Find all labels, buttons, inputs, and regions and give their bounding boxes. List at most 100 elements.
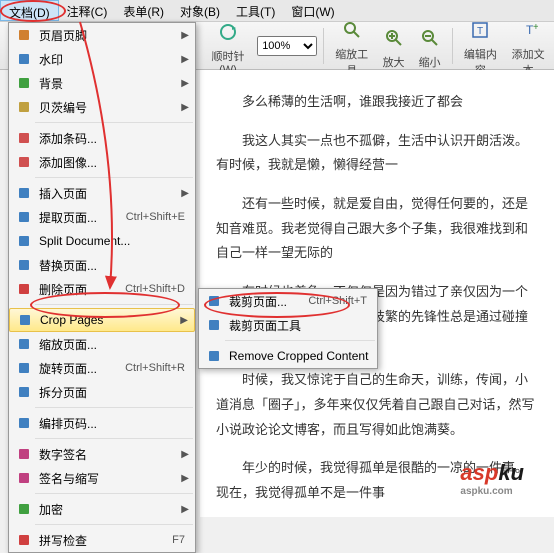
menu-separator <box>35 304 193 305</box>
menu-item-shortcut: Ctrl+Shift+E <box>126 211 185 223</box>
paragraph: 还有一些时候，就是爱自由，觉得任何要的，还是知音难觅。我老觉得自己跟大多个子集，… <box>216 192 538 266</box>
zoom-out-icon[interactable] <box>414 22 446 54</box>
menu-item-label: 提取页面... <box>39 209 126 226</box>
zoom-in-label: 放大 <box>383 54 405 70</box>
menu-item-pagenum[interactable]: 编排页码... <box>9 411 195 435</box>
paragraph: 我这人其实一点也不孤僻，生活中认识开朗活泼。有时候，我就是懒，懒得经营一 <box>216 129 538 178</box>
menu-item-label: 添加图像... <box>39 154 189 171</box>
menu-item-label: 加密 <box>39 501 181 518</box>
menu-item-resize[interactable]: 缩放页面... <box>9 332 195 356</box>
menu-item-label: Crop Pages <box>40 313 180 327</box>
menu-item-replace[interactable]: 替换页面... <box>9 253 195 277</box>
menu-item-label: 拼写检查 <box>39 532 172 549</box>
edit-content-icon[interactable]: T <box>464 14 496 46</box>
zoom-out-group[interactable]: 缩小 <box>414 22 446 70</box>
menu-item-label: 添加条码... <box>39 130 189 147</box>
menu-item-header-footer[interactable]: 页眉页脚 ▶ <box>9 23 195 47</box>
menu-item-insert-page[interactable]: 插入页面 ▶ <box>9 181 195 205</box>
watermark: aspku aspku.com <box>460 460 524 497</box>
menu-item-delete[interactable]: 删除页面... Ctrl+Shift+D <box>9 277 195 301</box>
menu-item-add[interactable]: 加密 ▶ <box>9 497 195 521</box>
document-dropdown-menu: 页眉页脚 ▶ 水印 ▶ 背景 ▶ 贝茨编号 ▶ 添加条码... 添加图像... … <box>8 22 196 553</box>
menu-item-label: 签名与缩写 <box>39 470 181 487</box>
zoom-out-label: 缩小 <box>419 54 441 70</box>
insert-page-icon <box>15 184 33 202</box>
pagenum-icon <box>15 414 33 432</box>
bates-icon <box>15 98 33 116</box>
menu-item-background[interactable]: 背景 ▶ <box>9 71 195 95</box>
submenu-item-label: 裁剪页面工具 <box>229 317 371 334</box>
remove-crop-icon <box>205 347 223 365</box>
submenu-arrow-icon: ▶ <box>180 315 188 326</box>
menu-separator <box>35 493 193 494</box>
zoom-select[interactable]: 100% <box>257 36 317 56</box>
menu-item-add-bar[interactable]: 添加条码... <box>9 126 195 150</box>
svg-text:T: T <box>477 26 483 37</box>
sign-icon <box>15 445 33 463</box>
menu-item-crop[interactable]: Crop Pages ▶ <box>9 308 195 332</box>
submenu-arrow-icon: ▶ <box>181 54 189 65</box>
menu-item-label: 插入页面 <box>39 185 181 202</box>
zoom-tool-group[interactable]: 缩放工具 <box>330 14 374 78</box>
add-text-icon[interactable]: T+ <box>512 14 544 46</box>
menu-item-shortcut: Ctrl+Shift+D <box>125 283 185 295</box>
submenu-item-remove-crop[interactable]: Remove Cropped Content <box>199 344 377 368</box>
menu-item-split[interactable]: Split Document... <box>9 229 195 253</box>
menu-item-label: 水印 <box>39 51 181 68</box>
zoom-in-group[interactable]: 放大 <box>378 22 410 70</box>
menu-item-label: 数字签名 <box>39 446 181 463</box>
submenu-item-crop-tool[interactable]: 裁剪页面工具 <box>199 313 377 337</box>
initials-icon <box>15 469 33 487</box>
menu-item-sign[interactable]: 数字签名 ▶ <box>9 442 195 466</box>
split-page-icon <box>15 383 33 401</box>
add-bar-icon <box>15 129 33 147</box>
background-icon <box>15 74 33 92</box>
menu-item-label: 背景 <box>39 75 181 92</box>
resize-icon <box>15 335 33 353</box>
watermark-asp: asp <box>460 460 498 485</box>
menu-item-label: 贝茨编号 <box>39 99 181 116</box>
svg-text:+: + <box>533 22 538 33</box>
menu-item-extract[interactable]: 提取页面... Ctrl+Shift+E <box>9 205 195 229</box>
menu-item-add-img[interactable]: 添加图像... <box>9 150 195 174</box>
menu-item-bates[interactable]: 贝茨编号 ▶ <box>9 95 195 119</box>
rotate-cw-group[interactable]: 顺时针(W) <box>203 16 253 76</box>
menu-separator <box>35 438 193 439</box>
delete-icon <box>15 280 33 298</box>
menu-item-label: 删除页面... <box>39 281 125 298</box>
menu-item-label: 拆分页面 <box>39 384 189 401</box>
add-text-group[interactable]: T+ 添加文本 <box>506 14 550 78</box>
extract-icon <box>15 208 33 226</box>
menu-item-label: 旋转页面... <box>39 360 125 377</box>
submenu-arrow-icon: ▶ <box>181 188 189 199</box>
submenu-item-shortcut: Ctrl+Shift+T <box>308 295 367 307</box>
menu-comment[interactable]: 注释(C) <box>59 0 116 21</box>
menu-separator <box>35 407 193 408</box>
rotate-icon <box>15 359 33 377</box>
menu-item-label: 缩放页面... <box>39 336 189 353</box>
menu-form[interactable]: 表单(R) <box>115 0 172 21</box>
menu-item-rotate[interactable]: 旋转页面... Ctrl+Shift+R <box>9 356 195 380</box>
submenu-arrow-icon: ▶ <box>181 102 189 113</box>
menu-item-initials[interactable]: 签名与缩写 ▶ <box>9 466 195 490</box>
zoom-in-icon[interactable] <box>378 22 410 54</box>
menu-item-watermark[interactable]: 水印 ▶ <box>9 47 195 71</box>
menu-item-spell[interactable]: 拼写检查 F7 <box>9 528 195 552</box>
toolbar-sep2 <box>452 28 453 64</box>
menu-separator <box>35 524 193 525</box>
rotate-cw-icon[interactable] <box>212 16 244 48</box>
header-footer-icon <box>15 26 33 44</box>
crop-pages-submenu: 裁剪页面... Ctrl+Shift+T 裁剪页面工具 Remove Cropp… <box>198 288 378 369</box>
edit-content-group[interactable]: T 编辑内容 <box>459 14 503 78</box>
paragraph: 时候，我又惊诧于自己的生命天，训练，传闻，小道消息「圈子」，多年来仅仅凭着自己跟… <box>216 368 538 442</box>
watermark-icon <box>15 50 33 68</box>
menu-item-split-page[interactable]: 拆分页面 <box>9 380 195 404</box>
menu-document[interactable]: 文档(D) <box>0 0 59 21</box>
menu-separator <box>35 177 193 178</box>
paragraph: 多么稀薄的生活啊，谁跟我接近了都会 <box>216 90 538 115</box>
replace-icon <box>15 256 33 274</box>
submenu-item-crop-page[interactable]: 裁剪页面... Ctrl+Shift+T <box>199 289 377 313</box>
split-icon <box>15 232 33 250</box>
watermark-ku: ku <box>498 460 524 485</box>
zoom-tool-icon[interactable] <box>336 14 368 46</box>
